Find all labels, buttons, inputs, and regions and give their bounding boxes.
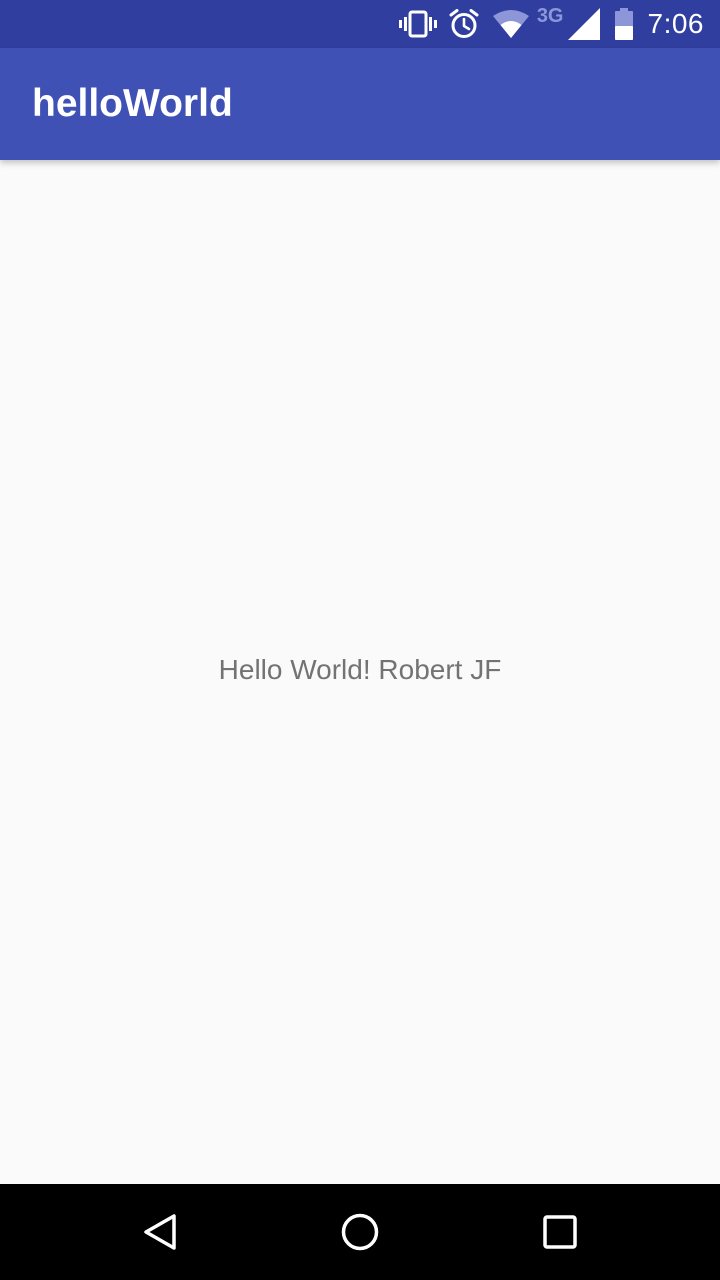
cellular-signal-icon — [567, 0, 600, 48]
app-bar: helloWorld — [0, 48, 720, 160]
network-type-label: 3G — [536, 4, 564, 27]
status-clock: 7:06 — [647, 8, 704, 39]
recents-icon — [543, 1215, 577, 1249]
app-title: helloWorld — [32, 82, 233, 125]
navigation-bar — [0, 1184, 720, 1280]
alarm-icon — [449, 0, 479, 48]
home-icon — [341, 1213, 379, 1251]
recents-button[interactable] — [500, 1184, 620, 1280]
wifi-icon — [492, 0, 529, 48]
main-content: Hello World! Robert JF — [0, 160, 720, 1184]
status-icons: 3G 7:06 — [398, 0, 704, 48]
vibrate-icon — [398, 0, 437, 48]
back-icon — [144, 1214, 176, 1250]
back-button[interactable] — [100, 1184, 220, 1280]
home-button[interactable] — [300, 1184, 420, 1280]
battery-icon — [614, 0, 634, 48]
status-bar: 3G 7:06 — [0, 0, 720, 48]
hello-message: Hello World! Robert JF — [218, 654, 502, 685]
